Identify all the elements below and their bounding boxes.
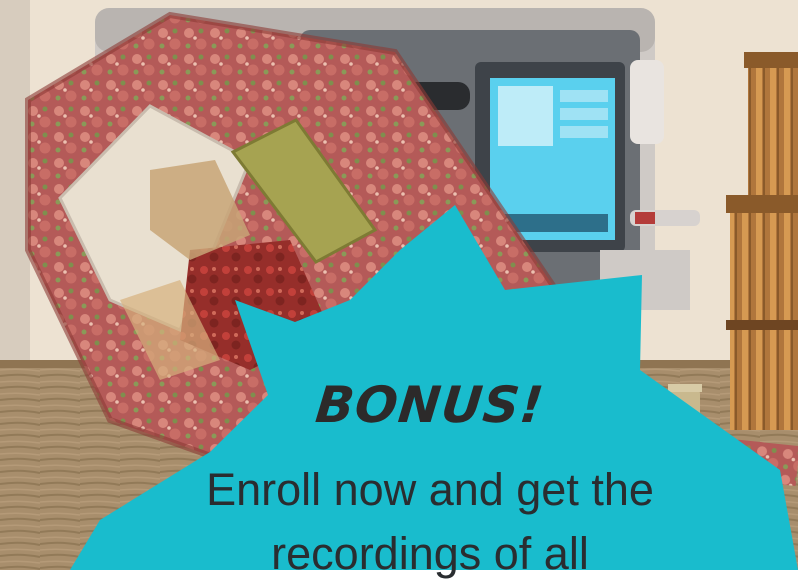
bonus-headline: BONUS! bbox=[313, 376, 547, 434]
badge-text-line-1: Enroll now and get the bbox=[206, 464, 654, 515]
badge-text-line-2: recordings of all bbox=[271, 528, 589, 579]
